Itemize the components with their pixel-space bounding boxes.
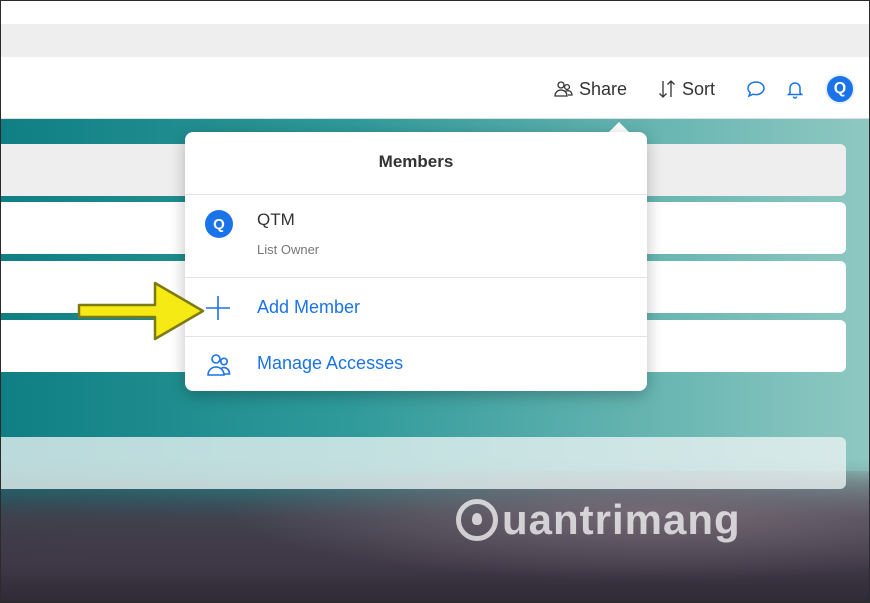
sort-label: Sort xyxy=(682,78,716,99)
bulb-logo-icon xyxy=(456,499,498,541)
app-window: Share Sort Q uantrimang Members Q QTM Li… xyxy=(0,0,870,603)
watermark-logo: uantrimang xyxy=(456,496,741,544)
manage-accesses-button[interactable]: Manage Accesses xyxy=(185,337,647,393)
share-people-icon xyxy=(553,79,573,99)
divider xyxy=(185,277,647,278)
user-avatar-initial: Q xyxy=(833,80,847,97)
user-avatar[interactable]: Q xyxy=(825,74,855,104)
divider xyxy=(185,194,647,195)
add-task-row[interactable] xyxy=(1,437,846,489)
list-toolbar xyxy=(1,57,869,119)
popup-title: Members xyxy=(378,152,454,171)
people-icon xyxy=(205,352,233,383)
share-button[interactable]: Share xyxy=(553,78,627,100)
share-label: Share xyxy=(579,78,628,99)
sort-button[interactable]: Sort xyxy=(657,78,715,100)
notifications-button[interactable] xyxy=(785,78,805,100)
watermark-text: uantrimang xyxy=(502,496,741,543)
member-avatar-initial: Q xyxy=(213,215,225,233)
pointer-arrow-icon xyxy=(77,277,207,352)
member-role: List Owner xyxy=(257,242,320,257)
manage-accesses-label: Manage Accesses xyxy=(257,353,404,373)
browser-bar xyxy=(1,24,869,57)
plus-icon xyxy=(205,295,231,326)
comment-icon xyxy=(746,79,766,99)
add-member-label: Add Member xyxy=(257,297,361,317)
bell-icon xyxy=(785,79,805,99)
sort-icon xyxy=(657,79,677,99)
members-popup: Members Q QTM List Owner Add Member Mana… xyxy=(185,132,647,391)
add-member-button[interactable]: Add Member xyxy=(185,280,647,336)
window-top-strip xyxy=(1,1,869,24)
member-avatar: Q xyxy=(205,210,233,238)
member-name: QTM xyxy=(257,210,295,229)
comments-button[interactable] xyxy=(746,78,766,100)
